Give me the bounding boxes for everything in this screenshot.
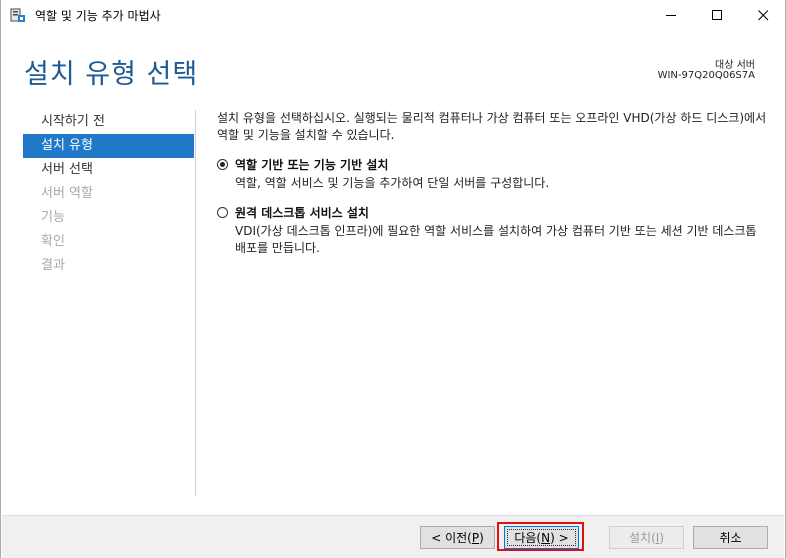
content-pane: 설치 유형을 선택하십시오. 실행되는 물리적 컴퓨터나 가상 컴퓨터 또는 오… [217, 110, 769, 257]
server-manager-icon [10, 8, 25, 22]
next-button[interactable]: 다음(N) > [504, 526, 579, 549]
option-remote-desktop-title[interactable]: 원격 데스크톱 서비스 설치 [235, 205, 769, 221]
install-button-label: 설치(I) [629, 531, 664, 545]
option-remote-desktop[interactable]: 원격 데스크톱 서비스 설치 VDI(가상 데스크톱 인프라)에 필요한 역할 … [217, 205, 769, 257]
nav-item-installation-type[interactable]: 설치 유형 [23, 134, 194, 158]
button-bar: < 이전(P) 다음(N) > 설치(I) 취소 [2, 515, 784, 558]
wizard-nav: 시작하기 전 설치 유형 서버 선택 서버 역할 기능 확인 결과 [23, 110, 194, 278]
option-remote-desktop-desc: VDI(가상 데스크톱 인프라)에 필요한 역할 서비스를 설치하여 가상 컴퓨… [235, 224, 757, 255]
nav-item-server-roles: 서버 역할 [41, 186, 93, 201]
intro-text: 설치 유형을 선택하십시오. 실행되는 물리적 컴퓨터나 가상 컴퓨터 또는 오… [217, 111, 767, 142]
focus-ring [507, 529, 576, 546]
nav-item-server-selection[interactable]: 서버 선택 [23, 158, 194, 182]
previous-button[interactable]: < 이전(P) [420, 526, 495, 549]
window-title: 역할 및 기능 추가 마법사 [35, 9, 161, 23]
target-server-name: WIN-97Q20Q06S7A [657, 70, 755, 81]
option-role-based-title[interactable]: 역할 기반 또는 기능 기반 설치 [235, 157, 769, 173]
minimize-icon [665, 15, 676, 16]
install-button: 설치(I) [609, 526, 684, 549]
wizard-window: 역할 및 기능 추가 마법사 설치 유형 선택 대상 서버 WIN-97Q20Q… [0, 0, 786, 558]
option-role-based-desc: 역할, 역할 서비스 및 기능을 추가하여 단일 서버를 구성합니다. [235, 176, 550, 190]
option-role-based[interactable]: 역할 기반 또는 기능 기반 설치 역할, 역할 서비스 및 기능을 추가하여 … [217, 157, 769, 192]
close-icon [757, 10, 768, 21]
maximize-button[interactable] [694, 0, 740, 31]
nav-item-features: 기능 [41, 210, 65, 225]
maximize-icon [711, 10, 722, 20]
previous-button-label: < 이전(P) [431, 531, 484, 545]
page-title: 설치 유형 선택 [24, 59, 199, 90]
minimize-button[interactable] [648, 0, 694, 31]
radio-role-based[interactable] [217, 159, 228, 170]
close-button[interactable] [740, 0, 786, 31]
target-server-label: 대상 서버 [715, 60, 755, 71]
nav-item-results: 결과 [41, 258, 65, 273]
nav-item-confirmation: 확인 [41, 234, 65, 249]
radio-remote-desktop[interactable] [217, 207, 228, 218]
nav-divider [195, 110, 196, 496]
title-bar: 역할 및 기능 추가 마법사 [1, 0, 785, 31]
nav-item-before-you-begin[interactable]: 시작하기 전 [23, 110, 194, 134]
cancel-button[interactable]: 취소 [693, 526, 768, 549]
